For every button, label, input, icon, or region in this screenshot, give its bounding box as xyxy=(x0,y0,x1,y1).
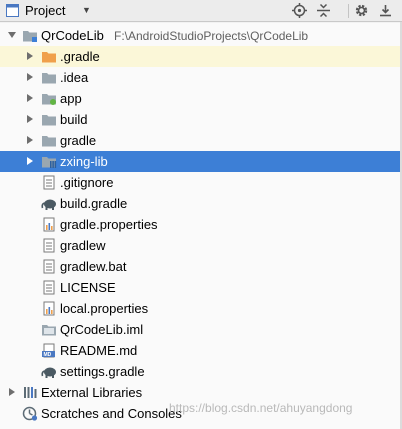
tree-item-label: app xyxy=(60,91,82,106)
root-label: QrCodeLib xyxy=(41,28,104,43)
tree-item-label: gradle xyxy=(60,133,97,148)
collapsed-arrow-icon[interactable] xyxy=(26,115,34,123)
project-tree[interactable]: QrCodeLib F:\AndroidStudioProjects\QrCod… xyxy=(0,23,402,429)
tree-item-label: Scratches and Consoles xyxy=(41,406,182,421)
properties-file-icon xyxy=(43,301,55,316)
tree-item-gradlew[interactable]: gradlew xyxy=(0,235,402,256)
hide-icon[interactable] xyxy=(378,3,393,18)
collapse-icon[interactable] xyxy=(316,3,331,18)
tree-item-label: gradlew.bat xyxy=(60,259,127,274)
text-file-icon xyxy=(43,175,55,190)
gradle-elephant-icon xyxy=(41,367,56,378)
tree-item-app[interactable]: app xyxy=(0,88,402,109)
folder-orange-icon xyxy=(42,52,56,63)
tree-item-label: zxing-lib xyxy=(60,154,108,169)
tree-root-row[interactable]: QrCodeLib F:\AndroidStudioProjects\QrCod… xyxy=(0,25,402,46)
folder-icon xyxy=(42,73,56,84)
tree-item-local-properties[interactable]: local.properties xyxy=(0,298,402,319)
panel-title[interactable]: Project xyxy=(25,3,65,18)
svg-text:MD: MD xyxy=(44,352,52,358)
toolbar-separator xyxy=(348,4,349,18)
folder-icon xyxy=(42,136,56,147)
tree-item-gradle[interactable]: gradle xyxy=(0,130,402,151)
tree-item-label: .idea xyxy=(60,70,89,85)
gradle-elephant-icon xyxy=(41,199,56,210)
view-dropdown-icon[interactable]: ▼ xyxy=(82,5,91,15)
library-module-icon xyxy=(42,157,57,168)
tree-item-build-gradle[interactable]: build.gradle xyxy=(0,193,402,214)
project-view-icon xyxy=(6,4,19,17)
watermark: https://blog.csdn.net/ahuyangdong xyxy=(169,401,353,415)
properties-file-icon xyxy=(43,217,55,232)
tree-item-label: gradlew xyxy=(60,238,106,253)
tree-item-license[interactable]: LICENSE xyxy=(0,277,402,298)
tree-item-qrcodelib-iml[interactable]: QrCodeLib.iml xyxy=(0,319,402,340)
tree-item-zxing-lib[interactable]: zxing-lib xyxy=(0,151,402,172)
collapsed-arrow-icon[interactable] xyxy=(26,94,34,102)
expanded-arrow-icon[interactable] xyxy=(8,31,16,39)
module-folder-icon xyxy=(23,31,37,42)
tree-item-settings-gradle[interactable]: settings.gradle xyxy=(0,361,402,382)
tree-item-label: settings.gradle xyxy=(60,364,145,379)
collapsed-arrow-icon[interactable] xyxy=(26,73,34,81)
markdown-file-icon: MD xyxy=(42,343,55,358)
tree-item-gradlew-bat[interactable]: gradlew.bat xyxy=(0,256,402,277)
gear-icon[interactable] xyxy=(354,3,369,18)
tree-item-label: .gradle xyxy=(60,49,100,64)
tree-item-gitignore[interactable]: .gitignore xyxy=(0,172,402,193)
tree-item-label: build xyxy=(60,112,88,127)
text-file-icon xyxy=(43,259,55,274)
text-file-icon xyxy=(43,238,55,253)
collapsed-arrow-icon[interactable] xyxy=(26,52,34,60)
tree-item-label: External Libraries xyxy=(41,385,143,400)
tree-item-external-libraries[interactable]: External Libraries xyxy=(0,382,402,403)
tree-item-label: README.md xyxy=(60,343,138,358)
collapsed-arrow-icon[interactable] xyxy=(26,157,34,165)
iml-file-icon xyxy=(42,325,56,336)
locate-icon[interactable] xyxy=(292,3,307,18)
tree-item-build[interactable]: build xyxy=(0,109,402,130)
root-path: F:\AndroidStudioProjects\QrCodeLib xyxy=(114,29,309,43)
tree-item-gradle-properties[interactable]: gradle.properties xyxy=(0,214,402,235)
tree-item-gradle-dir[interactable]: .gradle xyxy=(0,46,402,67)
collapsed-arrow-icon[interactable] xyxy=(8,388,16,396)
tree-item-label: build.gradle xyxy=(60,196,128,211)
folder-icon xyxy=(42,115,56,126)
collapsed-arrow-icon[interactable] xyxy=(26,136,34,144)
tree-item-readme[interactable]: MD README.md xyxy=(0,340,402,361)
tree-item-label: LICENSE xyxy=(60,280,116,295)
module-folder-icon xyxy=(42,94,56,105)
project-panel-header: Project ▼ xyxy=(0,0,402,22)
tree-item-label: local.properties xyxy=(60,301,149,316)
tree-item-label: .gitignore xyxy=(60,175,114,190)
tree-item-label: gradle.properties xyxy=(60,217,158,232)
tree-item-label: QrCodeLib.iml xyxy=(60,322,144,337)
external-libraries-icon xyxy=(24,387,37,398)
text-file-icon xyxy=(43,280,55,295)
scratches-icon xyxy=(22,406,38,421)
tree-item-idea[interactable]: .idea xyxy=(0,67,402,88)
